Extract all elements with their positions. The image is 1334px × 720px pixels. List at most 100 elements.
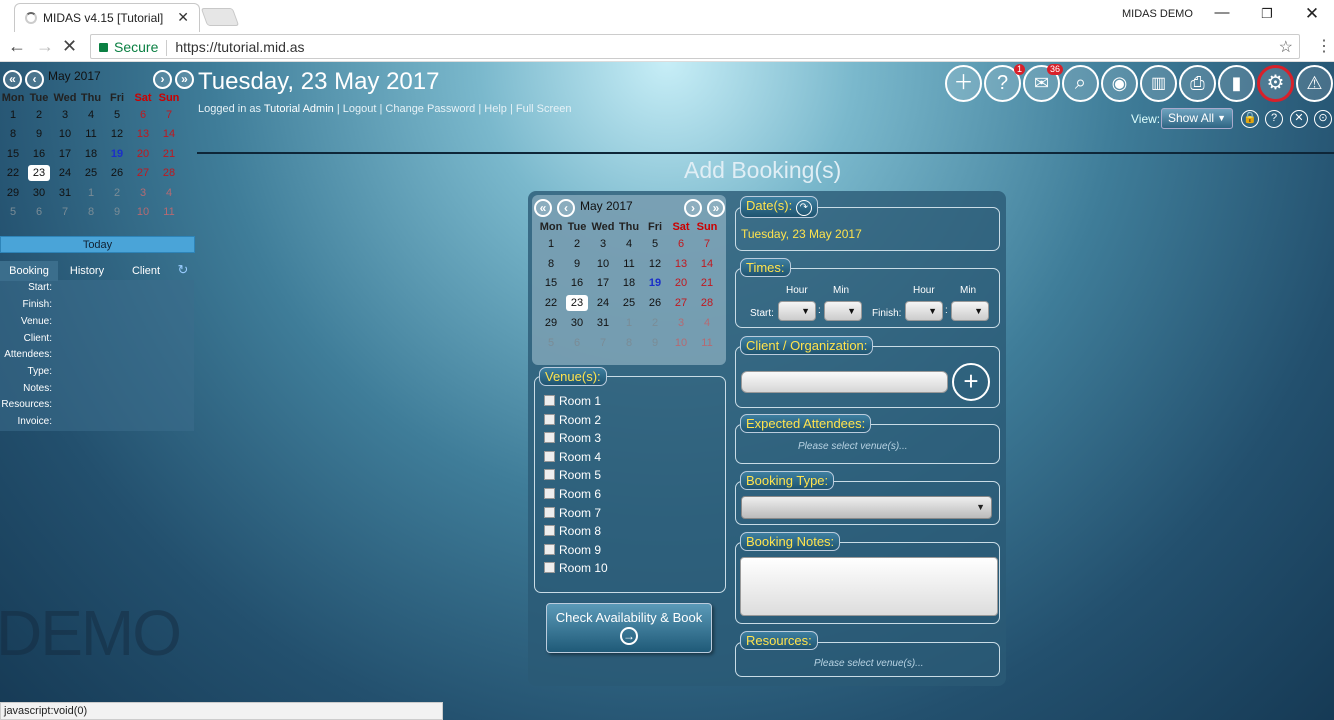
booking-notes-textarea[interactable] [740,557,998,616]
calendar-day[interactable]: 22 [538,293,564,313]
calendar-day[interactable]: 16 [564,274,590,294]
calendar-day[interactable]: 14 [156,125,182,145]
calendar-day[interactable]: 12 [104,125,130,145]
user-name[interactable]: Tutorial Admin [264,103,334,115]
tab-history[interactable]: History [58,261,116,281]
calendar-day[interactable]: 15 [538,274,564,294]
checkbox[interactable] [544,562,555,574]
calendar-day[interactable]: 7 [156,105,182,125]
checkbox[interactable] [544,543,555,555]
calendar-day[interactable]: 19 [642,274,668,294]
calendar-day[interactable]: 29 [538,313,564,333]
venue-checkbox-row[interactable]: Room 9 [544,543,601,557]
calendar-day[interactable]: 30 [26,183,52,203]
calendar-day[interactable]: 1 [0,105,26,125]
calendar-day[interactable]: 5 [538,333,564,353]
prev-month-icon[interactable]: ‹ [25,70,44,89]
calendar-day[interactable]: 1 [616,313,642,333]
forward-icon[interactable]: → [36,36,54,57]
calendar-day[interactable]: 11 [156,203,182,223]
client-input[interactable] [741,371,948,393]
calendar-day[interactable]: 10 [52,125,78,145]
calendar-day[interactable]: 18 [78,144,104,164]
new-tab-button[interactable] [200,8,240,26]
refresh-icon[interactable]: ↻ [176,260,190,280]
search-icon[interactable]: ⌕ [1062,65,1099,102]
calendar-day[interactable]: 20 [668,274,694,294]
close-window-icon[interactable]: ✕ [1300,4,1324,24]
reports-icon[interactable]: ▥ [1140,65,1177,102]
calendar-day[interactable]: 24 [590,293,616,313]
finish-min-select[interactable]: ▼ [951,301,989,321]
calendar-day[interactable]: 23 [26,164,52,184]
info-icon[interactable]: ? [1265,110,1283,128]
start-min-select[interactable]: ▼ [824,301,862,321]
checkbox[interactable] [544,506,555,518]
prev-year-icon[interactable]: « [534,199,552,217]
calendar-day[interactable]: 8 [0,125,26,145]
prev-year-icon[interactable]: « [3,70,22,89]
browser-menu-icon[interactable]: ⋮ [1316,36,1332,56]
calendar-day[interactable]: 17 [590,274,616,294]
calendar-day[interactable]: 24 [52,164,78,184]
venue-checkbox-row[interactable]: Room 6 [544,487,601,501]
calendar-day[interactable]: 23 [564,293,590,313]
calendar-day[interactable]: 9 [564,254,590,274]
calendar-day[interactable]: 19 [104,144,130,164]
calendar-day[interactable]: 9 [104,203,130,223]
calendar-day[interactable]: 26 [104,164,130,184]
next-year-icon[interactable]: » [175,70,194,89]
calendar-day[interactable]: 8 [538,254,564,274]
calendar-day[interactable]: 13 [130,125,156,145]
calendar-day[interactable]: 28 [694,293,720,313]
calendar-day[interactable]: 9 [642,333,668,353]
calendar-day[interactable]: 2 [642,313,668,333]
back-icon[interactable]: ← [8,36,26,57]
next-year-icon[interactable]: » [707,199,725,217]
bookmark-star-icon[interactable]: ☆ [1279,37,1293,57]
checkbox[interactable] [544,450,555,462]
calendar-day[interactable]: 4 [78,105,104,125]
calendar-day[interactable]: 2 [564,234,590,254]
change-password-link[interactable]: Change Password [385,103,475,115]
invoice-icon[interactable]: ▮ [1218,65,1255,102]
prev-month-icon[interactable]: ‹ [557,199,575,217]
calendar-day[interactable]: 15 [0,144,26,164]
check-availability-button[interactable]: Check Availability & Book → [546,603,712,653]
checkbox[interactable] [544,395,555,406]
next-month-icon[interactable]: › [684,199,702,217]
calendar-day[interactable]: 10 [668,333,694,353]
venue-checkbox-row[interactable]: Room 3 [544,431,601,445]
minimize-icon[interactable]: — [1210,4,1234,21]
calendar-day[interactable]: 31 [590,313,616,333]
calendar-day[interactable]: 3 [668,313,694,333]
add-icon[interactable]: ＋ [945,65,982,102]
calendar-day[interactable]: 4 [694,313,720,333]
calendar-day[interactable]: 28 [156,164,182,184]
calendar-day[interactable]: 25 [616,293,642,313]
target-icon[interactable]: ⊙ [1314,110,1332,128]
calendar-day[interactable]: 13 [668,254,694,274]
print-icon[interactable]: ⎙ [1179,65,1216,102]
calendar-day[interactable]: 8 [78,203,104,223]
calendar-day[interactable]: 12 [642,254,668,274]
settings-gear-icon[interactable]: ⚙ [1257,65,1294,102]
calendar-day[interactable]: 26 [642,293,668,313]
full-screen-link[interactable]: Full Screen [516,103,572,115]
venue-checkbox-row[interactable]: Room 5 [544,468,601,482]
checkbox[interactable] [544,525,555,537]
finish-hour-select[interactable]: ▼ [905,301,943,321]
calendar-day[interactable]: 6 [564,333,590,353]
restore-icon[interactable]: ❐ [1255,6,1279,22]
today-button[interactable]: Today [0,236,195,253]
calendar-day[interactable]: 5 [104,105,130,125]
close-tab-icon[interactable]: ✕ [177,9,189,26]
checkbox[interactable] [544,469,555,481]
checkbox[interactable] [544,488,555,499]
checkbox[interactable] [544,432,555,444]
calendar-day[interactable]: 3 [52,105,78,125]
tab-booking[interactable]: Booking [0,261,58,281]
calendar-day[interactable]: 20 [130,144,156,164]
add-client-icon[interactable]: + [952,363,990,401]
calendar-day[interactable]: 27 [130,164,156,184]
